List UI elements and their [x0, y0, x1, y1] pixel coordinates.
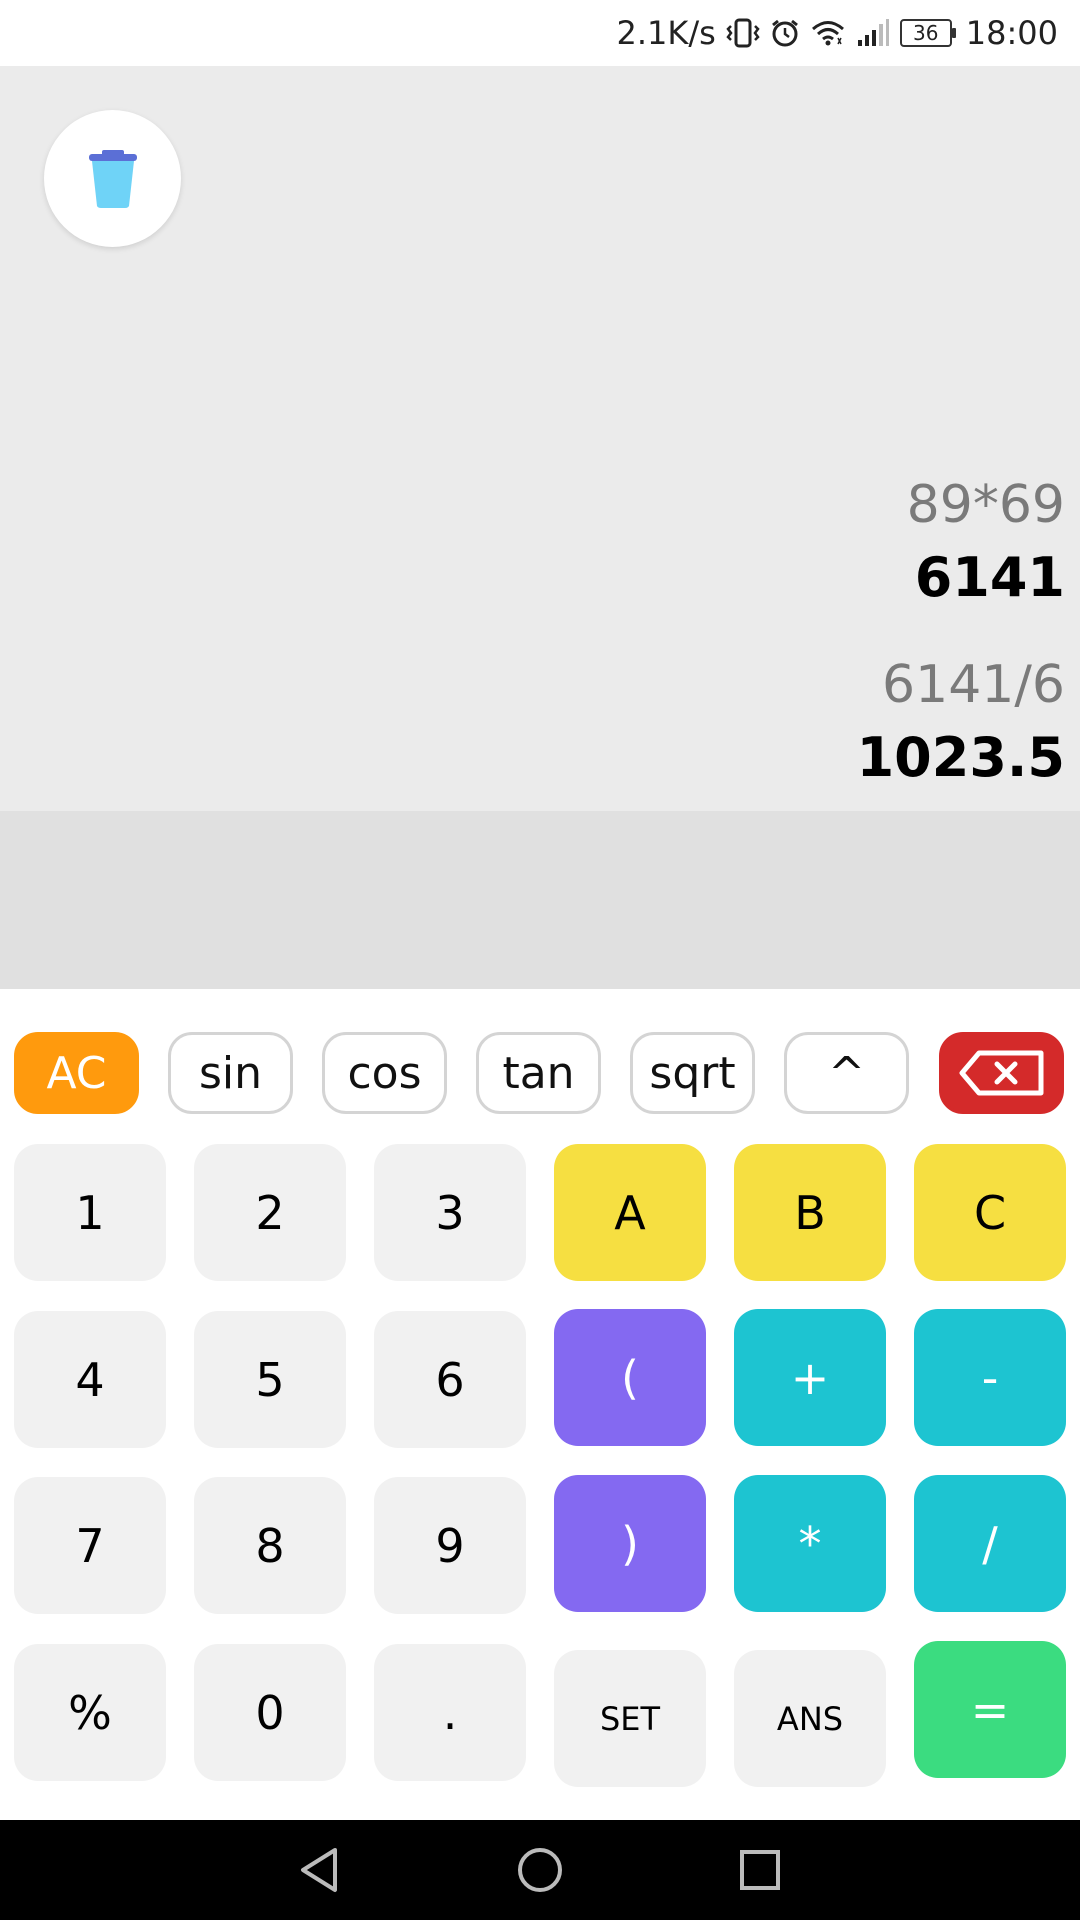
- key-var-c[interactable]: C: [914, 1144, 1066, 1281]
- backspace-button[interactable]: [939, 1032, 1064, 1114]
- trash-icon: [88, 149, 137, 208]
- key-decimal[interactable]: .: [374, 1644, 526, 1781]
- key-9[interactable]: 9: [374, 1477, 526, 1614]
- clock: 18:00: [965, 14, 1058, 52]
- home-circle-icon: [518, 1848, 562, 1892]
- key-percent[interactable]: %: [14, 1644, 166, 1781]
- key-close-paren[interactable]: ): [554, 1475, 706, 1612]
- power-button[interactable]: ^: [784, 1032, 909, 1114]
- signal-icon: [856, 18, 890, 48]
- vibrate-icon: [726, 18, 760, 48]
- key-7[interactable]: 7: [14, 1477, 166, 1614]
- network-speed: 2.1K/s: [616, 14, 716, 52]
- sin-button[interactable]: sin: [168, 1032, 293, 1114]
- key-multiply[interactable]: *: [734, 1475, 886, 1612]
- backspace-icon: [959, 1050, 1043, 1096]
- home-button[interactable]: [515, 1845, 565, 1895]
- key-4[interactable]: 4: [14, 1311, 166, 1448]
- key-5[interactable]: 5: [194, 1311, 346, 1448]
- key-divide[interactable]: /: [914, 1475, 1066, 1612]
- history-entry[interactable]: 89*69 6141: [907, 470, 1065, 616]
- history-panel: 89*69 6141 6141/6 1023.5: [0, 66, 1080, 811]
- key-3[interactable]: 3: [374, 1144, 526, 1281]
- key-var-b[interactable]: B: [734, 1144, 886, 1281]
- wifi-icon: [810, 18, 846, 48]
- battery-icon: 36: [899, 19, 956, 47]
- history-result: 6141: [914, 546, 1065, 609]
- alarm-icon: [770, 18, 800, 48]
- key-open-paren[interactable]: (: [554, 1309, 706, 1446]
- equals-button[interactable]: =: [914, 1641, 1066, 1778]
- key-8[interactable]: 8: [194, 1477, 346, 1614]
- system-nav-bar: [0, 1820, 1080, 1920]
- history-expression: 6141/6: [882, 655, 1065, 715]
- key-6[interactable]: 6: [374, 1311, 526, 1448]
- function-row: AC sin cos tan sqrt ^: [0, 1032, 1080, 1116]
- history-result: 1023.5: [856, 726, 1065, 789]
- tan-button[interactable]: tan: [476, 1032, 601, 1114]
- clear-history-button[interactable]: [44, 110, 181, 247]
- key-1[interactable]: 1: [14, 1144, 166, 1281]
- back-triangle-icon: [301, 1848, 337, 1892]
- recents-button[interactable]: [735, 1845, 785, 1895]
- battery-level: 36: [899, 19, 956, 47]
- history-entry[interactable]: 6141/6 1023.5: [857, 650, 1065, 796]
- recents-square-icon: [740, 1850, 780, 1890]
- ans-button[interactable]: ANS: [734, 1650, 886, 1787]
- key-2[interactable]: 2: [194, 1144, 346, 1281]
- key-var-a[interactable]: A: [554, 1144, 706, 1281]
- status-bar: 2.1K/s 36 18:00: [0, 0, 1080, 66]
- expression-input-area[interactable]: [0, 811, 1080, 989]
- all-clear-button[interactable]: AC: [14, 1032, 139, 1114]
- set-button[interactable]: SET: [554, 1650, 706, 1787]
- back-button[interactable]: [294, 1845, 344, 1895]
- key-0[interactable]: 0: [194, 1644, 346, 1781]
- sqrt-button[interactable]: sqrt: [630, 1032, 755, 1114]
- key-minus[interactable]: -: [914, 1309, 1066, 1446]
- history-expression: 89*69: [906, 475, 1065, 535]
- cos-button[interactable]: cos: [322, 1032, 447, 1114]
- key-plus[interactable]: +: [734, 1309, 886, 1446]
